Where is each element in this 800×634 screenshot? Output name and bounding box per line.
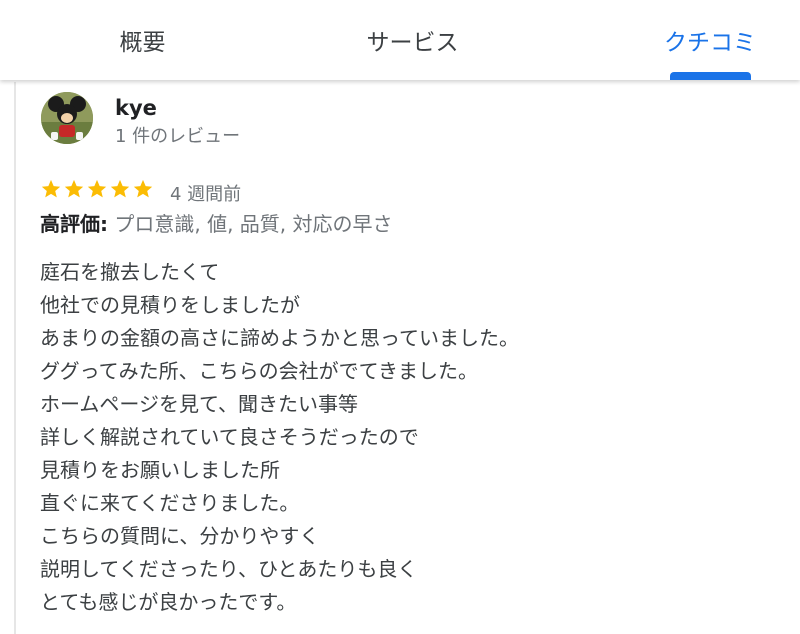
mickey-mouse-avatar-icon xyxy=(41,92,93,144)
review-highlights: 高評価: プロ意識, 値, 品質, 対応の早さ xyxy=(40,208,393,237)
highlights-values: プロ意識, 値, 品質, 対応の早さ xyxy=(108,212,393,236)
review-line: ホームページを見て、聞きたい事等 xyxy=(40,392,358,416)
thread-line xyxy=(14,82,16,634)
star-icon xyxy=(41,179,61,198)
review-line: 説明してくださったり、ひとあたりも良く xyxy=(40,557,418,581)
review-author-name[interactable]: kye xyxy=(115,96,157,120)
review-time: 4 週間前 xyxy=(170,184,242,205)
star-icon xyxy=(87,179,107,198)
tab-reviews[interactable]: クチコミ xyxy=(640,0,780,80)
review-line: 見積りをお願いしました所 xyxy=(40,458,280,482)
avatar[interactable] xyxy=(41,92,93,144)
review-line: 詳しく解説されていて良さそうだったので xyxy=(40,425,419,449)
highlights-label: 高評価: xyxy=(40,212,108,236)
review-author-count: 1 件のレビュー xyxy=(115,126,241,147)
review-text: 庭石を撤去したくて 他社での見積りをしましたが あまりの金額の高さに諦めようかと… xyxy=(40,256,519,619)
tab-services[interactable]: サービス xyxy=(330,0,495,80)
review-line: ググってみた所、こちらの会社がでてきました。 xyxy=(40,359,478,383)
star-icon xyxy=(64,179,84,198)
review-line: 庭石を撤去したくて xyxy=(40,260,220,284)
review-line: とても感じが良かったです。 xyxy=(40,590,297,614)
tab-overview[interactable]: 概要 xyxy=(60,0,225,80)
active-tab-indicator xyxy=(670,72,751,80)
review-line: こちらの質問に、分かりやすく xyxy=(40,524,320,548)
review-line: 直ぐに来てくださりました。 xyxy=(40,491,300,515)
review-line: 他社での見積りをしましたが xyxy=(40,293,300,317)
star-icon xyxy=(133,179,153,198)
star-icon xyxy=(110,179,130,198)
tab-bar: 概要 サービス クチコミ xyxy=(0,0,800,80)
review-line: あまりの金額の高さに諦めようかと思っていました。 xyxy=(40,326,519,350)
star-rating xyxy=(40,178,154,202)
